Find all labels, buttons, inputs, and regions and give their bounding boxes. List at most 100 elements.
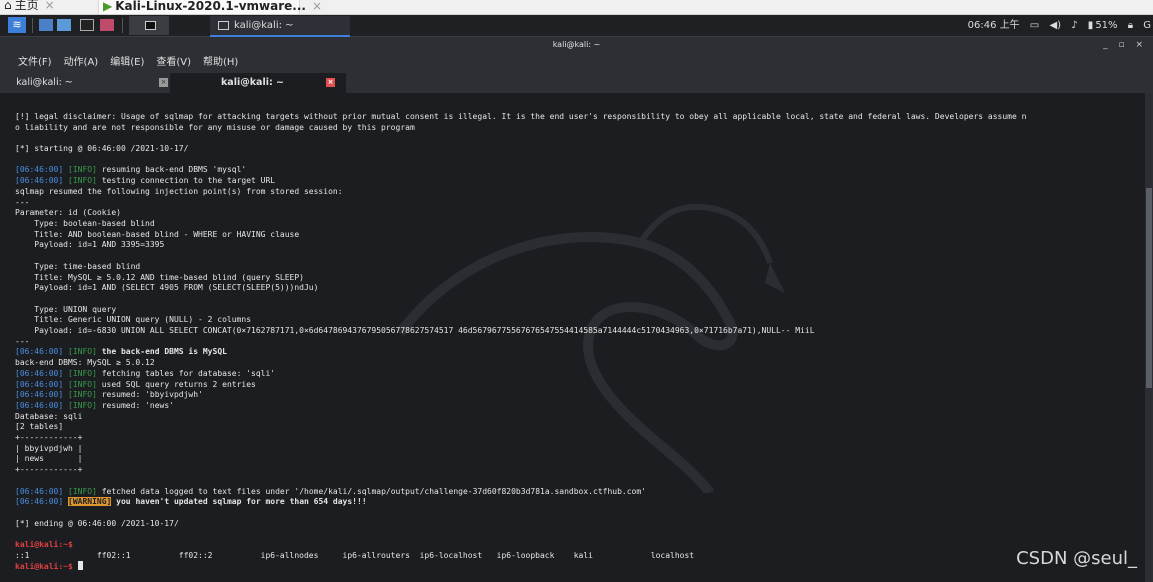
terminal-line: o liability and are not responsible for … <box>15 123 1137 134</box>
log-level: [INFO] <box>68 486 97 496</box>
terminal-line: [06:46:00] [INFO] resumed: 'news' <box>15 401 1137 412</box>
log-timestamp: [06:46:00] <box>15 400 64 410</box>
terminal-line: [06:46:00] [WARNING] you haven't updated… <box>15 497 1137 508</box>
window-controls[interactable]: _ ▫ × <box>1103 37 1147 53</box>
vmware-tab-kali-label: Kali-Linux-2020.1-vmware... <box>115 0 306 13</box>
terminal-line-text: [*] starting @ 06:46:00 /2021-10-17/ <box>15 144 189 154</box>
terminal-line: [06:46:00] [INFO] testing connection to … <box>15 176 1137 187</box>
notification-bell-icon[interactable]: ♪ <box>1071 20 1077 31</box>
terminal-tab-2[interactable]: kali@kali: ~ × <box>170 73 346 95</box>
workspace-box-icon <box>145 20 156 30</box>
display-icon[interactable]: ▭ <box>1030 20 1039 31</box>
terminal-line: Database: sqli <box>15 412 1137 423</box>
terminal-line-text: +------------+ <box>15 433 83 443</box>
menu-view[interactable]: 查看(V) <box>156 57 191 68</box>
terminal-line: Payload: id=-6830 UNION ALL SELECT CONCA… <box>15 326 1137 337</box>
vmware-tab-kali[interactable]: ▶ Kali-Linux-2020.1-vmware... × <box>98 0 322 14</box>
terminal-line-text: Type: time-based blind <box>15 261 141 271</box>
close-icon[interactable]: × <box>312 0 322 13</box>
terminal-line-text: Type: boolean-based blind <box>15 219 155 228</box>
terminal-line-text: Payload: id=1 AND 3395=3395 <box>15 240 165 250</box>
lock-icon[interactable]: 🔒︎ <box>1128 20 1133 31</box>
text-cursor <box>77 561 83 571</box>
terminal-line-text: Parameter: id (Cookie) <box>15 208 121 218</box>
terminal-line-text: [2 tables] <box>15 422 64 432</box>
terminal-line: back-end DBMS: MySQL ≥ 5.0.12 <box>15 358 1137 369</box>
terminal-line: Parameter: id (Cookie) <box>15 208 1137 219</box>
terminal-line: [06:46:00] [INFO] resumed: 'bbyivpdjwh' <box>15 390 1137 401</box>
scrollbar-thumb[interactable] <box>1146 188 1152 388</box>
terminal-line: kali@kali:~$ <box>15 561 1137 573</box>
power-icon[interactable]: G <box>1143 20 1151 31</box>
terminal-line: | bbyivpdjwh | <box>15 444 1137 455</box>
terminal-line-text: --- <box>15 197 30 207</box>
close-icon[interactable]: × <box>45 0 55 12</box>
taskbar-terminal-label: kali@kali: ~ <box>234 20 294 31</box>
battery-icon[interactable]: ▮ <box>1088 20 1094 31</box>
menu-edit[interactable]: 编辑(E) <box>110 57 144 68</box>
terminal-line: +------------+ <box>15 465 1137 476</box>
terminal-line-text: ::1 ff02::1 ff02::2 ip6-allnodes ip6-all… <box>15 550 695 560</box>
taskbar-terminal[interactable]: kali@kali: ~ <box>210 16 350 37</box>
csdn-watermark: CSDN @seul_ <box>1016 548 1137 569</box>
clock[interactable]: 06:46 上午 <box>968 20 1020 31</box>
terminal-launcher-icon[interactable] <box>80 19 94 31</box>
vmware-tab-strip: ⌂ 主页 × ▶ Kali-Linux-2020.1-vmware... × <box>0 0 1153 15</box>
log-timestamp: [06:46:00] <box>15 368 64 378</box>
terminal-line: | news | <box>15 454 1137 465</box>
log-message: you haven't updated sqlmap for more than… <box>111 497 367 507</box>
shell-prompt: kali@kali:~$ <box>15 540 73 550</box>
terminal-line: Payload: id=1 AND 3395=3395 <box>15 240 1137 251</box>
terminal-line-text: Database: sqli <box>15 411 83 421</box>
terminal-line-text: | news | <box>15 454 83 464</box>
terminal-tab-bar: kali@kali: ~ × kali@kali: ~ × <box>0 73 1153 95</box>
log-message: the back-end DBMS is MySQL <box>96 347 227 357</box>
terminal-line-text: | bbyivpdjwh | <box>15 443 83 453</box>
workspace-1-icon[interactable] <box>39 19 53 31</box>
terminal-line: Payload: id=1 AND (SELECT 4905 FROM (SEL… <box>15 283 1137 294</box>
terminal-text: [!] legal disclaimer: Usage of sqlmap fo… <box>15 112 1137 573</box>
workspace-switcher[interactable] <box>129 16 169 35</box>
app-launcher-icon[interactable] <box>100 19 114 31</box>
terminal-line-text: Title: Generic UNION query (NULL) - 2 co… <box>15 315 252 325</box>
close-icon[interactable]: × <box>326 78 335 87</box>
menu-file[interactable]: 文件(F) <box>18 57 52 68</box>
terminal-line-text: --- <box>15 336 30 346</box>
kali-menu-icon[interactable]: ≋ <box>8 17 26 33</box>
menu-actions[interactable]: 动作(A) <box>64 57 99 68</box>
volume-icon[interactable]: ◀) <box>1049 20 1061 31</box>
menubar: 文件(F) 动作(A) 编辑(E) 查看(V) 帮助(H) <box>0 53 1153 73</box>
menu-help[interactable]: 帮助(H) <box>203 57 238 68</box>
terminal-line-text: Payload: id=-6830 UNION ALL SELECT CONCA… <box>15 326 815 335</box>
terminal-line: Title: MySQL ≥ 5.0.12 AND time-based bli… <box>15 273 1137 284</box>
file-manager-icon[interactable] <box>57 19 71 31</box>
log-message: resumed: 'news' <box>96 400 174 410</box>
terminal-line: sqlmap resumed the following injection p… <box>15 187 1137 198</box>
terminal-line: Type: boolean-based blind <box>15 219 1137 230</box>
log-level: [INFO] <box>68 400 97 410</box>
system-tray: 06:46 上午 ▭ ◀) ♪ ▮ 51% 🔒︎ G <box>961 17 1153 34</box>
terminal-scrollbar[interactable] <box>1145 93 1153 582</box>
vmware-tab-home[interactable]: ⌂ 主页 × <box>4 0 90 14</box>
terminal-line: --- <box>15 337 1137 348</box>
terminal-line: +------------+ <box>15 433 1137 444</box>
log-timestamp: [06:46:00] <box>15 176 64 186</box>
terminal-line: [2 tables] <box>15 422 1137 433</box>
terminal-line-text: [!] legal disclaimer: Usage of sqlmap fo… <box>15 112 1027 121</box>
terminal-line-text: Title: AND boolean-based blind - WHERE o… <box>15 229 300 239</box>
log-timestamp: [06:46:00] <box>15 390 64 400</box>
log-timestamp: [06:46:00] <box>15 486 64 496</box>
top-panel: ≋ kali@kali: ~ 06:46 上午 ▭ ◀) ♪ ▮ 51% 🔒︎ G <box>0 15 1153 37</box>
terminal-tab-1[interactable]: kali@kali: ~ × <box>0 73 170 93</box>
terminal-line-text: Title: MySQL ≥ 5.0.12 AND time-based bli… <box>15 272 304 282</box>
log-message: fetching tables for database: 'sqli' <box>96 368 276 378</box>
home-icon: ⌂ <box>4 0 12 12</box>
window-titlebar[interactable]: kali@kali: ~ _ ▫ × <box>0 37 1153 53</box>
terminal-output[interactable]: [!] legal disclaimer: Usage of sqlmap fo… <box>0 93 1145 582</box>
close-icon[interactable]: × <box>159 78 168 87</box>
